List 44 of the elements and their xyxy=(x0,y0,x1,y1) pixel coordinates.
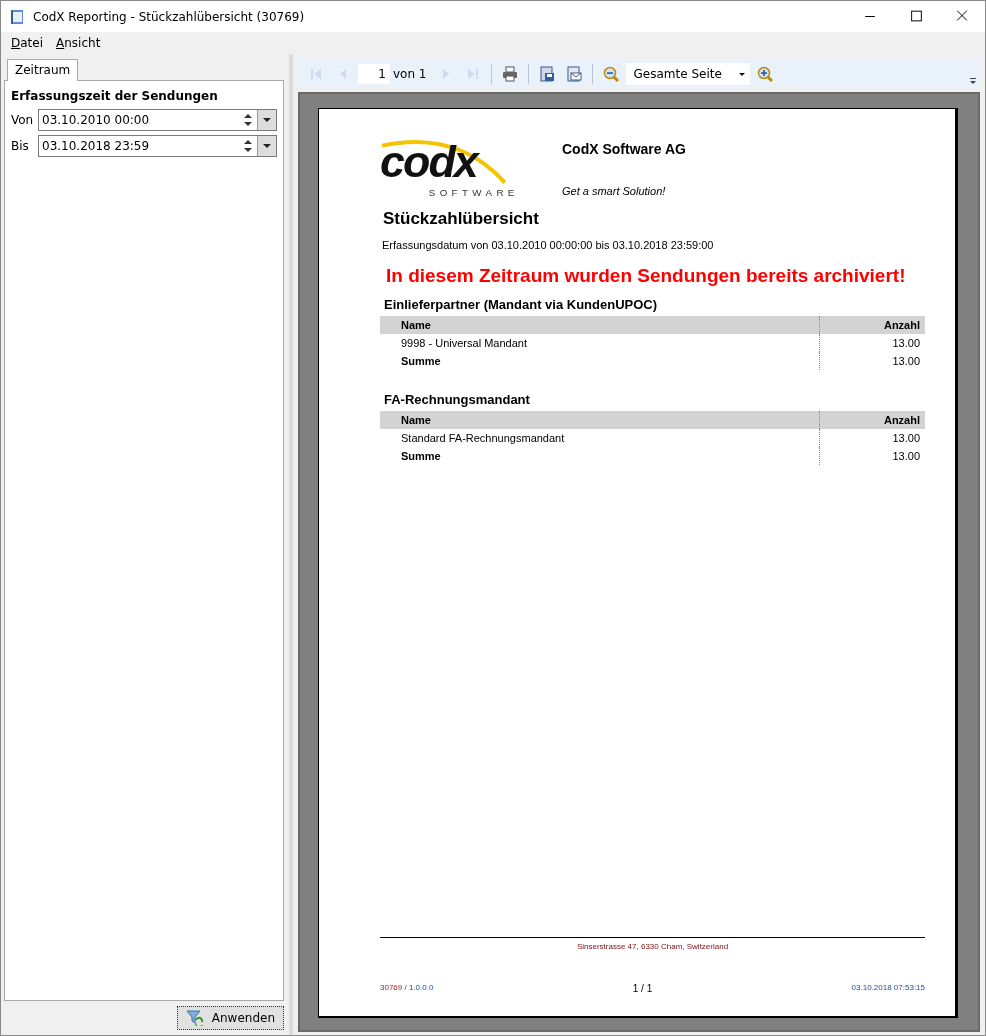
tab[interactable]: Zeitraum xyxy=(7,59,79,81)
page-total-label: von 1 xyxy=(393,67,427,81)
menu-item[interactable]: Ansicht xyxy=(50,36,108,50)
report-id: 30769 xyxy=(380,983,403,992)
version-text: / 1.0.0.0 xyxy=(404,983,434,992)
column-header: Name xyxy=(380,411,820,429)
column-header: Anzahl xyxy=(882,414,921,426)
field-label: Bis xyxy=(11,139,30,153)
report-title: Stückzahlübersicht xyxy=(383,209,540,229)
table-cell-text: 13.00 xyxy=(891,432,921,444)
filter-icon xyxy=(185,1010,204,1026)
company-name: CodX Software AG xyxy=(562,141,686,157)
table-cell-text: 13.00 xyxy=(891,337,921,349)
table-cell-text: 13.00 xyxy=(891,450,921,462)
page-indicator: 1 / 1 xyxy=(632,983,653,994)
column-header: Name xyxy=(380,316,820,334)
field-label: Von xyxy=(11,113,35,127)
company-logo: codx SOFTWARE xyxy=(380,135,536,199)
menu-item[interactable]: Datei xyxy=(5,36,51,50)
page-number-field[interactable]: 1 xyxy=(358,64,390,84)
dropdown-icon[interactable] xyxy=(257,110,276,130)
overflow-icon[interactable] xyxy=(969,77,977,85)
zoom-dropdown[interactable]: Gesamte Seite xyxy=(625,63,750,85)
print-timestamp: 03.10.2018 07:53:15 xyxy=(851,983,925,994)
group-heading: Erfassungszeit der Sendungen xyxy=(11,89,219,103)
section-heading: FA-Rechnungsmandant xyxy=(384,392,531,407)
dropdown-icon[interactable] xyxy=(257,136,276,156)
table-cell: 9998 - Universal Mandant xyxy=(380,334,820,352)
table-cell-text: 13.00 xyxy=(891,355,921,367)
column-header: Anzahl xyxy=(882,319,921,331)
section-heading: Einlieferpartner (Mandant via KundenUPOC) xyxy=(384,297,659,312)
company-slogan: Get a smart Solution! xyxy=(562,185,667,197)
table-cell: Summe xyxy=(380,352,820,370)
table-cell: Summe xyxy=(380,447,820,465)
date-field[interactable]: 03.10.2018 23:59 xyxy=(38,135,277,157)
date-range-text: Erfassungsdatum von 03.10.2010 00:00:00 bis 03.10.2018 23:59:00 xyxy=(382,239,715,251)
dropdown-icon xyxy=(737,70,746,78)
app-icon xyxy=(9,8,25,25)
table-cell: Standard FA-Rechnungsmandant xyxy=(380,429,820,447)
address-text: Sinserstrasse 47, 6330 Cham, Switzerland xyxy=(575,942,730,951)
warning-text: In diesem Zeitraum wurden Sendungen bereits archiviert! xyxy=(386,265,907,287)
window-title: CodX Reporting - Stückzahlübersicht (30769) xyxy=(33,9,306,24)
apply-button[interactable]: Anwenden xyxy=(176,1006,284,1030)
date-field[interactable]: 03.10.2010 00:00 xyxy=(38,109,277,131)
